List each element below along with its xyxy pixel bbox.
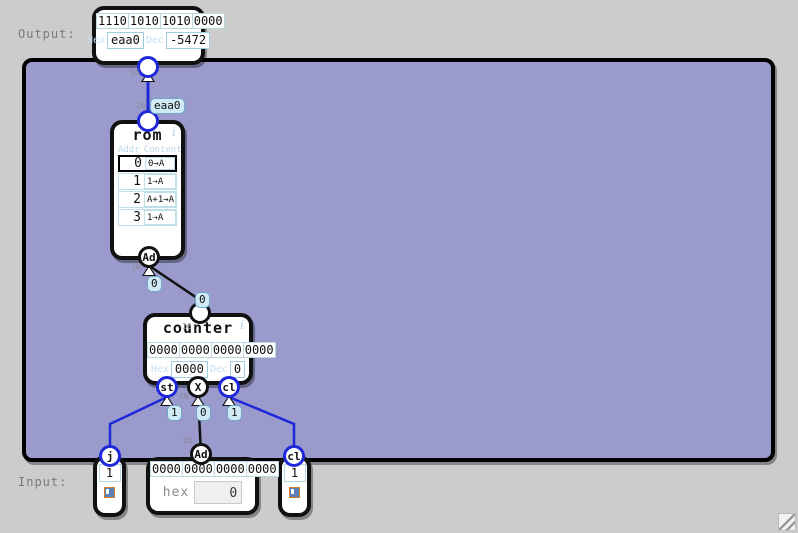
- output-bit-group: 1110: [98, 14, 129, 28]
- output-bit-group: 1010: [129, 14, 161, 28]
- rom-row-content[interactable]: A+1→A: [144, 192, 176, 207]
- input-ad-bit-group[interactable]: 0000: [151, 462, 183, 476]
- rom-header-addr: Addr: [118, 145, 140, 155]
- output-dec-value[interactable]: -5472: [165, 32, 211, 49]
- wire-j-to-counter-st: [108, 390, 169, 455]
- output-bitwidth-label: 16: [130, 68, 140, 77]
- input-ad-bits[interactable]: 0000 0000 0000 0000: [150, 461, 279, 477]
- rom-row-content[interactable]: 1⇢A: [144, 210, 176, 225]
- rom-row[interactable]: 2 A+1→A: [118, 191, 177, 208]
- input-port-j[interactable]: j: [99, 445, 121, 467]
- wire-value-counter-clock: 0: [196, 405, 211, 421]
- wire-value-counter-output: 0: [195, 292, 210, 308]
- output-hex-label: Hex: [86, 35, 105, 46]
- rom-header-content: Content: [143, 145, 182, 155]
- input-cl-checkbox[interactable]: [289, 487, 300, 498]
- counter-dec-value[interactable]: 0: [229, 361, 246, 378]
- counter-bit-group: 0000: [212, 343, 244, 357]
- wire-value-rom-output: eaa0: [150, 98, 185, 114]
- wire-bitwidth-rom-output: 16: [136, 101, 146, 110]
- counter-port-cl[interactable]: cl: [218, 376, 240, 398]
- counter-dec-label: Dec: [209, 364, 228, 375]
- counter-port-clock[interactable]: X: [187, 376, 209, 398]
- counter-bit-group: 0000: [244, 343, 274, 357]
- input-ad-bitwidth: 16: [183, 436, 193, 445]
- output-hexdec-row: Hex eaa0 Dec -5472: [87, 32, 211, 49]
- input-ad-bit-group[interactable]: 0000: [247, 462, 278, 476]
- input-port-ad[interactable]: Ad: [190, 443, 212, 465]
- output-hex-value[interactable]: eaa0: [106, 32, 144, 49]
- counter-bits: 0000 0000 0000 0000: [147, 342, 276, 358]
- rom-row-addr: 2: [133, 192, 141, 207]
- wire-bitwidth-counter-output: 16: [182, 322, 192, 331]
- rom-rows: 0 0→A 1 1⇢A 2 A+1→A 3 1⇢A: [114, 155, 181, 226]
- rom-row-addr: 0: [134, 156, 142, 171]
- rom-row[interactable]: 0 0→A: [118, 155, 177, 172]
- wire-value-counter-st: 1: [167, 405, 182, 421]
- rom-address-bitwidth: 16: [131, 262, 141, 271]
- input-j-checkbox[interactable]: [104, 487, 115, 498]
- rom-column-headers: Addr Content: [114, 145, 182, 155]
- rom-row[interactable]: 3 1⇢A: [118, 209, 177, 226]
- counter-port-st[interactable]: st: [156, 376, 178, 398]
- rom-row-content[interactable]: 0→A: [145, 157, 175, 170]
- counter-clock-bitwidth: 16: [179, 392, 189, 401]
- output-dec-label: Dec: [145, 35, 164, 46]
- input-ad-hex-field[interactable]: 0: [194, 481, 243, 504]
- counter-hex-label: Hex: [150, 364, 169, 375]
- rom-row-addr: 1: [133, 174, 141, 189]
- output-bit-group: 0000: [193, 14, 223, 28]
- rom-row-addr: 3: [133, 210, 141, 225]
- counter-info-icon[interactable]: i: [240, 318, 244, 332]
- input-ad-hex-label: hex: [162, 485, 190, 500]
- counter-hex-value[interactable]: 0000: [170, 361, 208, 378]
- output-bits: 1110 1010 1010 0000: [96, 13, 225, 29]
- counter-bit-group: 0000: [180, 343, 212, 357]
- counter-bit-group: 0000: [149, 343, 180, 357]
- output-bit-group: 1010: [161, 14, 193, 28]
- input-ad-bit-group[interactable]: 0000: [215, 462, 247, 476]
- wire-value-counter-cl: 1: [227, 405, 242, 421]
- wire-cl-to-counter-cl: [227, 390, 296, 455]
- output-module-port[interactable]: [137, 56, 159, 78]
- wire-value-rom-address: 0: [147, 276, 162, 292]
- rom-address-port[interactable]: Ad: [138, 246, 160, 268]
- rom-info-icon[interactable]: i: [172, 125, 176, 139]
- rom-row-content[interactable]: 1⇢A: [144, 174, 176, 189]
- input-ad-hex-row: hex 0: [150, 481, 255, 504]
- rom-module[interactable]: i rom Addr Content 0 0→A 1 1⇢A 2 A+1→A 3…: [110, 120, 185, 260]
- input-port-cl[interactable]: cl: [283, 445, 305, 467]
- rom-row[interactable]: 1 1⇢A: [118, 173, 177, 190]
- input-module-ad[interactable]: 0000 0000 0000 0000 hex 0: [146, 457, 279, 515]
